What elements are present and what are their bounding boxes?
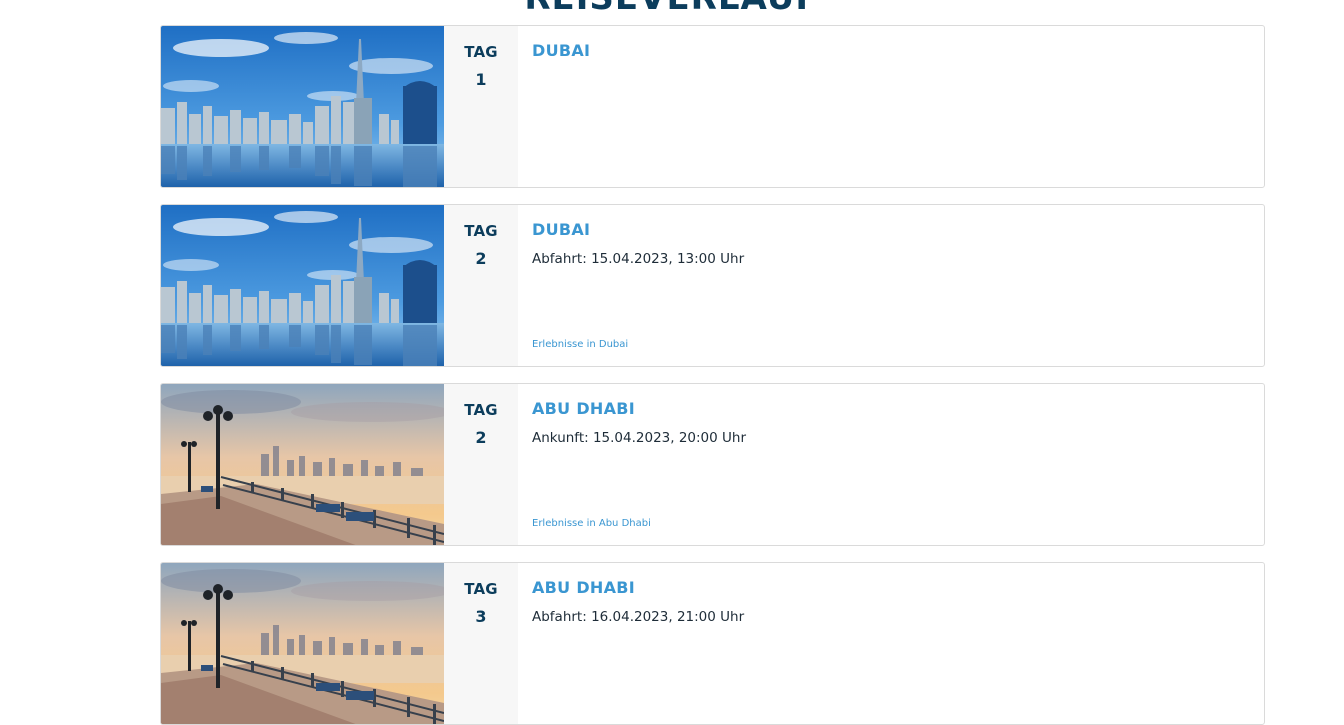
day-label: TAG bbox=[464, 222, 498, 240]
itinerary-card: TAG 3 ABU DHABI Abfahrt: 16.04.2023, 21:… bbox=[160, 562, 1265, 725]
card-content: DUBAI bbox=[532, 26, 1248, 187]
day-number: 2 bbox=[475, 249, 487, 268]
card-content: ABU DHABI Abfahrt: 16.04.2023, 21:00 Uhr bbox=[532, 563, 1248, 724]
day-panel: TAG 2 bbox=[444, 205, 518, 366]
day-panel: TAG 1 bbox=[444, 26, 518, 187]
page-title: REISEVERLAUF bbox=[0, 0, 1344, 18]
dubai-skyline-image bbox=[161, 205, 444, 367]
place-title: DUBAI bbox=[532, 41, 591, 60]
experiences-link[interactable]: Erlebnisse in Dubai bbox=[532, 339, 628, 350]
day-panel: TAG 2 bbox=[444, 384, 518, 545]
day-number: 3 bbox=[475, 607, 487, 626]
experiences-link[interactable]: Erlebnisse in Abu Dhabi bbox=[532, 518, 651, 529]
itinerary-card: TAG 2 DUBAI Abfahrt: 15.04.2023, 13:00 U… bbox=[160, 204, 1265, 367]
day-label: TAG bbox=[464, 580, 498, 598]
itinerary-card: TAG 1 DUBAI bbox=[160, 25, 1265, 188]
day-panel: TAG 3 bbox=[444, 563, 518, 724]
itinerary-card: TAG 2 ABU DHABI Ankunft: 15.04.2023, 20:… bbox=[160, 383, 1265, 546]
departure-time: Abfahrt: 15.04.2023, 13:00 Uhr bbox=[532, 251, 745, 267]
place-title: ABU DHABI bbox=[532, 578, 636, 597]
abu-dhabi-corniche-image bbox=[161, 563, 444, 725]
departure-time: Abfahrt: 16.04.2023, 21:00 Uhr bbox=[532, 609, 745, 625]
day-number: 2 bbox=[475, 428, 487, 447]
place-title: DUBAI bbox=[532, 220, 591, 239]
place-title: ABU DHABI bbox=[532, 399, 636, 418]
dubai-skyline-image bbox=[161, 26, 444, 188]
day-number: 1 bbox=[475, 70, 487, 89]
arrival-time: Ankunft: 15.04.2023, 20:00 Uhr bbox=[532, 430, 747, 446]
card-content: ABU DHABI Ankunft: 15.04.2023, 20:00 Uhr… bbox=[532, 384, 1248, 545]
day-label: TAG bbox=[464, 401, 498, 419]
day-label: TAG bbox=[464, 43, 498, 61]
card-content: DUBAI Abfahrt: 15.04.2023, 13:00 Uhr Erl… bbox=[532, 205, 1248, 366]
abu-dhabi-corniche-image bbox=[161, 384, 444, 546]
